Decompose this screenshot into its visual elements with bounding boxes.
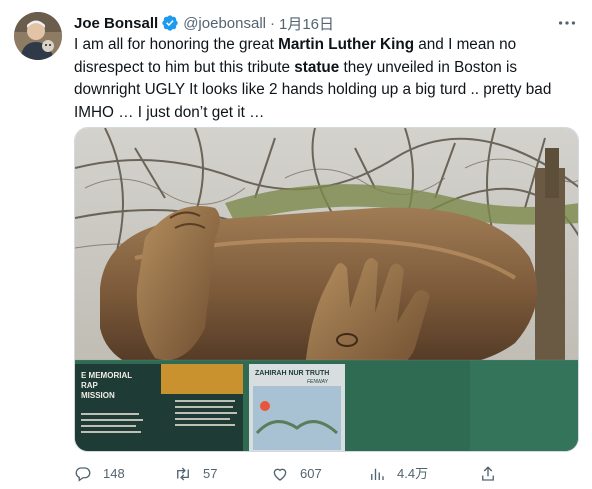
retweet-count: 57 bbox=[203, 466, 218, 481]
reply-button[interactable]: 148 bbox=[74, 462, 125, 486]
retweet-button[interactable]: 57 bbox=[174, 462, 217, 486]
share-icon bbox=[482, 466, 494, 481]
share-button[interactable] bbox=[479, 462, 508, 486]
avatar[interactable] bbox=[14, 12, 62, 60]
views-button[interactable]: 4.4万 bbox=[368, 462, 428, 486]
avatar-image bbox=[14, 12, 62, 60]
author-handle[interactable]: @joebonsall bbox=[183, 15, 266, 32]
panel-middle-sub: FENWAY bbox=[307, 379, 329, 385]
separator-dot: · bbox=[269, 14, 275, 32]
panel-left-line-2: RAP bbox=[81, 381, 99, 390]
panel-left-line-3: MISSION bbox=[81, 391, 115, 400]
action-bar: 148 57 607 4.4万 bbox=[74, 462, 504, 486]
tweet-header: Joe Bonsall @joebonsall · 1月16日 bbox=[74, 12, 334, 34]
reply-icon bbox=[75, 467, 91, 482]
analytics-icon bbox=[371, 468, 384, 480]
like-button[interactable]: 607 bbox=[271, 462, 322, 486]
tweet[interactable]: Joe Bonsall @joebonsall · 1月16日 I am all… bbox=[0, 0, 592, 489]
tweet-text: I am all for honoring the great Martin L… bbox=[74, 34, 582, 124]
tweet-photo[interactable]: E MEMORIAL RAP MISSION ZAHIRAH NUR TRUTH… bbox=[74, 127, 579, 452]
tweet-text-segment: I am all for honoring the great bbox=[74, 36, 279, 53]
heart-icon bbox=[273, 468, 287, 481]
tweet-text-keyword: statue bbox=[294, 58, 340, 76]
author-name[interactable]: Joe Bonsall bbox=[74, 15, 158, 32]
reply-count: 148 bbox=[103, 466, 125, 481]
panel-middle-name: ZAHIRAH NUR TRUTH bbox=[255, 370, 329, 377]
more-icon[interactable] bbox=[556, 12, 578, 34]
panel-left-line-1: E MEMORIAL bbox=[81, 371, 132, 380]
statue-photo: E MEMORIAL RAP MISSION ZAHIRAH NUR TRUTH… bbox=[75, 128, 578, 451]
verified-badge-icon bbox=[162, 15, 178, 31]
views-count: 4.4万 bbox=[397, 466, 429, 481]
tweet-text-keyword: Martin Luther King bbox=[278, 36, 415, 53]
like-count: 607 bbox=[300, 466, 322, 481]
tweet-date[interactable]: 1月16日 bbox=[279, 13, 334, 34]
retweet-icon bbox=[177, 467, 189, 481]
